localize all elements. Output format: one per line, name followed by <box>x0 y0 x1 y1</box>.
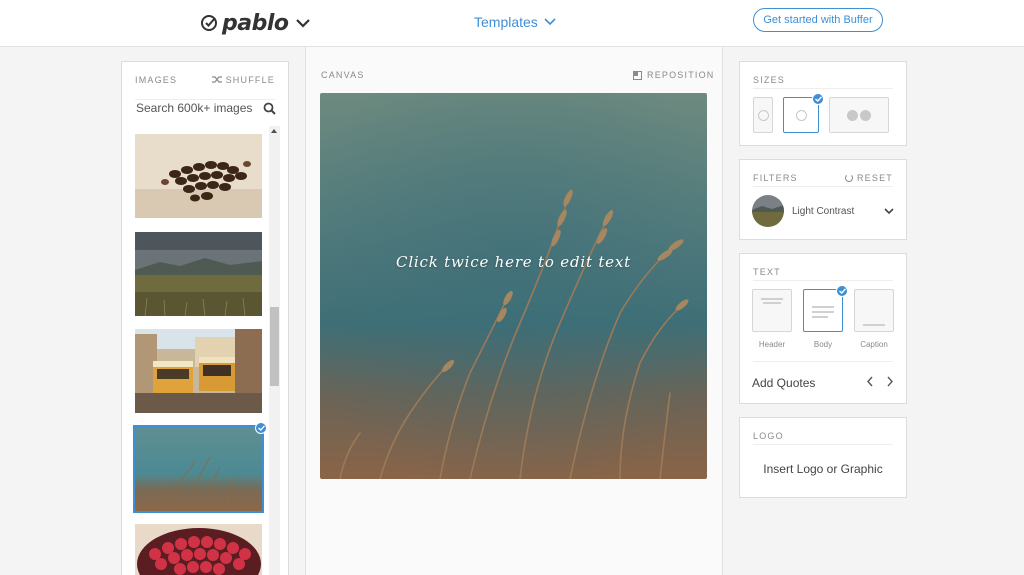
image-search-input[interactable] <box>136 101 256 115</box>
logo-title: LOGO <box>753 431 784 441</box>
twitter-icon <box>860 109 871 121</box>
images-title: IMAGES <box>135 74 178 85</box>
quote-navigation <box>866 376 894 387</box>
image-search <box>136 100 276 116</box>
logo-panel: LOGO Insert Logo or Graphic <box>739 417 907 498</box>
chevron-down-icon <box>884 207 894 214</box>
header-layout-line <box>763 302 781 304</box>
divider <box>753 88 893 89</box>
reposition-label: REPOSITION <box>647 70 715 80</box>
filters-title: FILTERS <box>753 173 798 183</box>
shuffle-icon <box>211 76 222 83</box>
pablo-logo[interactable]: pablo <box>200 8 311 38</box>
canvas-label: CANVAS <box>321 70 365 80</box>
text-style-header-label: Header <box>758 340 786 349</box>
top-bar: pablo Templates Get started with Buffer <box>0 0 1024 47</box>
templates-label: Templates <box>474 14 538 30</box>
selected-check-icon <box>836 285 848 297</box>
search-icon[interactable] <box>263 102 276 115</box>
filter-preview-thumbnail <box>752 195 784 227</box>
logo-text: pablo <box>222 10 289 36</box>
pinterest-icon <box>757 109 769 121</box>
canvas-background-image <box>320 93 707 479</box>
body-layout-line <box>812 316 828 318</box>
reset-icon <box>844 174 853 182</box>
images-panel-header: IMAGES SHUFFLE <box>135 72 275 100</box>
text-header: TEXT <box>753 264 893 280</box>
size-facebook-twitter-button[interactable] <box>829 97 889 133</box>
images-scrollbar[interactable] <box>269 126 280 575</box>
reset-label: RESET <box>856 173 893 183</box>
divider <box>753 280 893 281</box>
facebook-icon <box>847 109 858 121</box>
shuffle-button[interactable]: SHUFFLE <box>211 74 275 85</box>
filters-header: FILTERS RESET <box>753 170 893 186</box>
logo-header: LOGO <box>753 428 893 444</box>
shuffle-label: SHUFFLE <box>225 74 275 85</box>
image-thumbnail-coffee-beans[interactable] <box>135 134 262 218</box>
divider <box>753 444 893 445</box>
design-canvas[interactable]: Click twice here to edit text <box>320 93 707 479</box>
image-thumbnail-wheat-grass[interactable] <box>133 425 264 513</box>
filters-panel: FILTERS RESET Light Contrast <box>739 159 907 240</box>
instagram-icon <box>795 109 807 121</box>
templates-dropdown[interactable]: Templates <box>474 14 556 30</box>
header-layout-icon <box>761 298 783 300</box>
chevron-right-icon[interactable] <box>886 376 894 387</box>
sizes-header: SIZES <box>753 72 893 88</box>
text-style-caption-label: Caption <box>860 340 888 349</box>
scroll-up-arrow[interactable] <box>271 129 277 133</box>
get-started-button[interactable]: Get started with Buffer <box>753 8 883 32</box>
chevron-down-icon[interactable] <box>295 17 311 29</box>
divider <box>753 361 893 362</box>
reset-button[interactable]: RESET <box>844 173 893 183</box>
text-style-body-label: Body <box>813 340 833 349</box>
add-quotes-label[interactable]: Add Quotes <box>752 376 815 390</box>
scroll-thumb[interactable] <box>270 307 279 386</box>
text-style-header-button[interactable] <box>752 289 792 332</box>
text-style-caption-button[interactable] <box>854 289 894 332</box>
caption-layout-icon <box>863 324 885 326</box>
chevron-left-icon[interactable] <box>866 376 874 387</box>
image-thumbnail-city-trams[interactable] <box>135 329 262 413</box>
selected-check-icon <box>255 422 267 434</box>
image-thumbnail-raspberries[interactable] <box>135 524 262 575</box>
size-pinterest-button[interactable] <box>753 97 773 133</box>
pablo-logo-icon <box>201 15 217 31</box>
selected-check-icon <box>812 93 824 105</box>
divider <box>753 186 893 187</box>
filter-name: Light Contrast <box>792 205 855 217</box>
canvas-overlay-text[interactable]: Click twice here to edit text <box>320 253 707 271</box>
reposition-icon <box>633 70 642 80</box>
sizes-title: SIZES <box>753 75 786 85</box>
body-layout-line <box>812 311 834 313</box>
text-panel: TEXT Header Body Caption Add Quotes <box>739 253 907 404</box>
image-thumbnail-mountain-valley[interactable] <box>135 232 262 316</box>
sizes-panel: SIZES <box>739 61 907 146</box>
chevron-down-icon <box>544 18 556 26</box>
insert-logo-button[interactable]: Insert Logo or Graphic <box>740 462 906 476</box>
filter-dropdown[interactable]: Light Contrast <box>752 194 894 228</box>
reposition-button[interactable]: REPOSITION <box>633 70 715 80</box>
images-panel: IMAGES SHUFFLE <box>121 61 289 575</box>
text-title: TEXT <box>753 267 781 277</box>
body-layout-icon <box>812 306 834 308</box>
